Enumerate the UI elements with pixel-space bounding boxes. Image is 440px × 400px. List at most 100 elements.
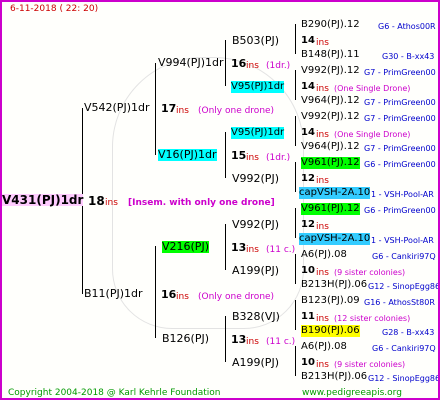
bracket-l3-8 (295, 346, 296, 376)
bracket-l3-4 (295, 162, 296, 192)
l4-origin: 1 - VSH-Pool-AR (371, 236, 434, 245)
l4-ins-count: 14 (301, 81, 315, 92)
l1-note: (Only one drone) (198, 106, 275, 116)
bracket-l3-2 (295, 70, 296, 100)
l4-queen[interactable]: V961(PJ).12 (301, 203, 360, 215)
l4-queen[interactable]: B213H(PJ).06 (301, 279, 367, 291)
l4-origin: G28 - B-xx43 (382, 328, 435, 337)
l4-origin: 1 - VSH-Pool-AR (371, 190, 434, 199)
l4-queen[interactable]: A6(PJ).08 (301, 249, 347, 261)
l4-queen[interactable]: V964(PJ).12 (301, 141, 360, 153)
l4-queen[interactable]: B123(PJ).09 (301, 295, 360, 307)
l3-queen[interactable]: B503(PJ) (232, 35, 279, 47)
l2-ins-count: 15 (231, 149, 247, 162)
l3-queen[interactable]: A199(PJ) (232, 265, 279, 277)
l3-queen[interactable]: V992(PJ) (232, 219, 279, 231)
l2-ins-count: 13 (231, 333, 247, 346)
l2-ins-count: 13 (231, 241, 247, 254)
l4-ins-label: ins (316, 38, 329, 48)
l4-origin: G6 - Cankiri97Q (372, 252, 436, 261)
bracket-l3-6 (295, 254, 296, 284)
l4-note: (9 sister colonies) (334, 268, 406, 277)
l4-queen[interactable]: B190(PJ).06 (301, 325, 360, 337)
l4-note: (9 sister colonies) (334, 360, 406, 369)
l2-ins-label: ins (246, 337, 259, 347)
l4-ins-label: ins (316, 84, 329, 94)
l2-ins-label: ins (246, 153, 259, 163)
l4-origin: G30 - B-xx43 (382, 52, 435, 61)
l4-ins-count: 10 (301, 357, 315, 368)
l3-queen[interactable]: V95(PJ)1dr (231, 81, 285, 93)
l4-queen[interactable]: capVSH-2A.10 (299, 187, 371, 199)
copyright-text: Copyright 2004-2018 @ Karl Kehrle Founda… (8, 388, 221, 398)
l2-queen[interactable]: V216(PJ) (162, 241, 209, 253)
l1-ins-count: 17 (161, 102, 177, 115)
bracket-l2a (225, 40, 226, 86)
root-ins-label: ins (105, 198, 118, 208)
l4-origin: G6 - PrimGreen00 (364, 160, 436, 169)
l2-ins-label: ins (246, 61, 259, 71)
l2-note: (11 c.) (266, 337, 296, 347)
l2-note: (1dr.) (266, 153, 291, 163)
l4-origin: G7 - PrimGreen00 (364, 68, 436, 77)
l2-note: (11 c.) (266, 245, 296, 255)
l4-queen[interactable]: V992(PJ).12 (301, 111, 360, 123)
l4-queen[interactable]: B148(PJ).11 (301, 49, 360, 61)
l3-queen[interactable]: A199(PJ) (232, 357, 279, 369)
l4-ins-count: 12 (301, 173, 315, 184)
l4-queen[interactable]: V961(PJ).12 (301, 157, 360, 169)
bracket-l3-5 (295, 208, 296, 238)
timestamp: 6-11-2018 ( 22: 20) (10, 4, 99, 14)
l1-ins-label: ins (176, 106, 189, 116)
l4-origin: G6 - Athos00R (378, 22, 436, 31)
root-queen[interactable]: V431(PJ)1dr (2, 194, 84, 206)
l4-ins-count: 12 (301, 219, 315, 230)
bracket-l3-3 (295, 116, 296, 146)
l4-ins-count: 14 (301, 127, 315, 138)
bracket-l2c (225, 224, 226, 270)
l4-queen[interactable]: A6(PJ).08 (301, 341, 347, 353)
l1-queen[interactable]: B11(PJ)1dr (84, 288, 143, 300)
bracket-l2b (225, 132, 226, 178)
l3-queen[interactable]: B328(VJ) (232, 311, 280, 323)
root-note: [Insem. with only one drone] (128, 198, 275, 208)
l2-queen[interactable]: V16(PJ)1dr (158, 149, 217, 161)
bracket-l1b (155, 246, 156, 338)
l4-ins-label: ins (316, 314, 329, 324)
l1-queen[interactable]: V542(PJ)1dr (84, 102, 149, 114)
l4-queen[interactable]: B290(PJ).12 (301, 19, 360, 31)
l2-queen[interactable]: B126(PJ) (162, 333, 209, 345)
l4-ins-label: ins (316, 222, 329, 232)
l1-note: (Only one drone) (198, 292, 275, 302)
l4-ins-count: 14 (301, 35, 315, 46)
l4-ins-label: ins (316, 176, 329, 186)
l4-ins-label: ins (316, 130, 329, 140)
l1-ins-label: ins (176, 292, 189, 302)
l4-origin: G7 - PrimGreen00 (364, 98, 436, 107)
l4-origin: G12 - SinopEgg86R (368, 374, 440, 383)
l4-queen[interactable]: V964(PJ).12 (301, 95, 360, 107)
l4-origin: G6 - Cankiri97Q (372, 344, 436, 353)
l4-ins-label: ins (316, 268, 329, 278)
l4-queen[interactable]: V992(PJ).12 (301, 65, 360, 77)
pedigree-window: 6-11-2018 ( 22: 20) V431(PJ)1dr 18 ins [… (0, 0, 440, 400)
l4-note: (One Single Drone) (334, 130, 411, 139)
l4-ins-label: ins (316, 360, 329, 370)
l4-origin: G12 - SinopEgg86R (368, 282, 440, 291)
l4-origin: G6 - PrimGreen00 (364, 206, 436, 215)
l2-ins-count: 16 (231, 57, 247, 70)
l3-queen[interactable]: V95(PJ)1dr (231, 127, 285, 139)
l4-note: (12 sister colonies) (334, 314, 411, 323)
bracket-l1a (155, 63, 156, 155)
website-link[interactable]: www.pedigreeapis.org (302, 387, 402, 398)
l4-queen[interactable]: B213H(PJ).06 (301, 371, 367, 383)
l4-origin: G7 - PrimGreen00 (364, 114, 436, 123)
l2-queen[interactable]: V994(PJ)1dr (158, 57, 223, 69)
l4-queen[interactable]: capVSH-2A.10 (299, 233, 371, 245)
l3-queen[interactable]: V992(PJ) (232, 173, 279, 185)
l4-origin: G16 - AthosSt80R (364, 298, 435, 307)
bracket-l2d (225, 316, 226, 362)
l1-ins-count: 16 (161, 288, 177, 301)
l4-ins-count: 11 (301, 311, 315, 322)
l2-note: (1dr.) (266, 61, 291, 71)
